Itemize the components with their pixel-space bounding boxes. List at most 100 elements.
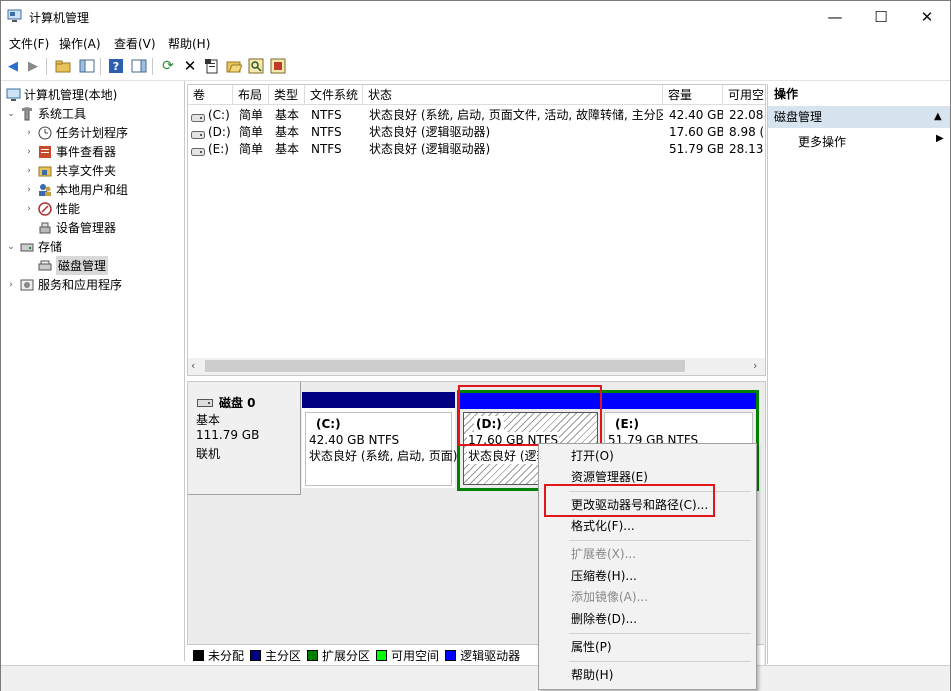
tree-item-local-users[interactable]: › 本地用户和组 (23, 180, 128, 199)
more-actions[interactable]: 更多操作 (798, 133, 846, 150)
back-icon[interactable]: ◀ (4, 57, 22, 75)
chevron-right-icon[interactable]: › (5, 279, 17, 291)
search-disk-icon[interactable] (247, 57, 265, 75)
scroll-left-icon[interactable]: ‹ (191, 359, 195, 372)
tree-label: 本地用户和组 (56, 183, 129, 197)
tools-icon (19, 106, 35, 122)
tree-item-disk-management[interactable]: 磁盘管理 (35, 256, 109, 275)
show-hide-console-tree-icon[interactable] (78, 57, 96, 75)
menu-view[interactable]: 查看(V) (114, 35, 156, 52)
forward-icon[interactable]: ▶ (24, 57, 42, 75)
chevron-right-icon[interactable]: › (23, 127, 35, 139)
performance-icon (37, 201, 53, 217)
menu-item-shrink[interactable]: 压缩卷(H)... (571, 566, 637, 587)
event-viewer-icon (37, 144, 53, 160)
maximize-button[interactable]: ☐ (858, 1, 904, 32)
tree-label: 任务计划程序 (56, 126, 129, 140)
legend-swatch (193, 649, 204, 661)
volume-cell[interactable]: (E:) (208, 140, 233, 157)
table-cell[interactable]: 基本 (275, 106, 305, 123)
table-cell[interactable]: 状态良好 (逻辑驱动器) (369, 123, 663, 140)
menu-item-help[interactable]: 帮助(H) (571, 665, 613, 686)
table-cell[interactable]: NTFS (311, 123, 363, 140)
table-cell[interactable]: 17.60 GB (669, 123, 723, 140)
legend-label: 可用空间 (391, 648, 440, 663)
column-header-volume[interactable]: 卷 (188, 85, 233, 105)
table-cell[interactable]: 状态良好 (系统, 启动, 页面文件, 活动, 故障转储, 主分区) (369, 106, 663, 123)
volume-cell[interactable]: (D:) (208, 123, 233, 140)
tree-item-root[interactable]: 计算机管理(本地) (3, 85, 117, 104)
legend-label: 逻辑驱动器 (460, 648, 521, 663)
status-bar (1, 665, 950, 691)
menu-bar: 文件(F) 操作(A) 查看(V) 帮助(H) (1, 32, 950, 54)
column-header-layout[interactable]: 布局 (233, 85, 269, 105)
collapse-up-icon[interactable]: ▲ (934, 106, 942, 128)
tree-item-task-scheduler[interactable]: › 任务计划程序 (23, 123, 128, 142)
column-header-capacity[interactable]: 容量 (663, 85, 723, 105)
tree-item-storage[interactable]: ⌄ 存储 (5, 237, 62, 256)
table-cell[interactable]: 8.98 ( (729, 123, 765, 140)
open-folder-icon[interactable] (225, 57, 243, 75)
tree-label: 计算机管理(本地) (24, 88, 118, 102)
help-icon[interactable]: ? (107, 57, 125, 75)
table-cell[interactable]: NTFS (311, 106, 363, 123)
tree-item-device-manager[interactable]: 设备管理器 (35, 218, 116, 237)
legend-swatch (307, 649, 319, 661)
legend-label: 主分区 (265, 648, 302, 663)
table-cell[interactable]: 简单 (239, 140, 269, 157)
menu-item-delete[interactable]: 删除卷(D)... (571, 609, 637, 630)
menu-action[interactable]: 操作(A) (59, 35, 101, 52)
disk-size: 111.79 GB (196, 428, 260, 442)
column-header-type[interactable]: 类型 (269, 85, 305, 105)
menu-item-open[interactable]: 打开(O) (571, 446, 614, 467)
table-cell[interactable]: NTFS (311, 140, 363, 157)
table-cell[interactable]: 简单 (239, 106, 269, 123)
chevron-down-icon[interactable]: ⌄ (5, 108, 17, 120)
submenu-arrow-icon[interactable]: ▶ (936, 133, 944, 144)
disk-info[interactable]: 磁盘 0 基本 111.79 GB 联机 (188, 382, 301, 495)
minimize-button[interactable]: — (812, 1, 858, 32)
table-cell[interactable]: 状态良好 (逻辑驱动器) (369, 140, 663, 157)
menu-file[interactable]: 文件(F) (9, 35, 49, 52)
show-hide-action-pane-icon[interactable] (130, 57, 148, 75)
chevron-right-icon[interactable]: › (23, 203, 35, 215)
chevron-right-icon[interactable]: › (23, 184, 35, 196)
menu-item-properties[interactable]: 属性(P) (571, 637, 612, 658)
column-header-status[interactable]: 状态 (363, 85, 663, 105)
table-cell[interactable]: 基本 (275, 123, 305, 140)
menu-help[interactable]: 帮助(H) (168, 35, 210, 52)
legend-extended: 扩展分区 (307, 647, 370, 664)
chevron-right-icon[interactable]: › (23, 165, 35, 177)
column-header-filesystem[interactable]: 文件系统 (305, 85, 363, 105)
table-cell[interactable]: 42.40 GB (669, 106, 723, 123)
tree-item-event-viewer[interactable]: › 事件查看器 (23, 142, 116, 161)
tree-item-system-tools[interactable]: ⌄ 系统工具 (5, 104, 86, 123)
table-cell[interactable]: 28.13 (729, 140, 765, 157)
scrollbar-thumb[interactable] (205, 360, 685, 372)
menu-item-format[interactable]: 格式化(F)... (571, 516, 635, 537)
properties-icon[interactable] (203, 57, 221, 75)
delete-icon[interactable]: ✕ (181, 57, 199, 75)
chevron-right-icon[interactable]: › (23, 146, 35, 158)
table-cell[interactable]: 基本 (275, 140, 305, 157)
up-folder-icon[interactable] (54, 57, 72, 75)
tree-item-performance[interactable]: › 性能 (23, 199, 80, 218)
table-cell[interactable]: 51.79 GB (669, 140, 723, 157)
volume-cell[interactable]: (C:) (208, 106, 233, 123)
disk-properties-icon[interactable] (269, 57, 287, 75)
column-header-free-space[interactable]: 可用空 (723, 85, 765, 105)
tree-label: 设备管理器 (56, 221, 117, 235)
close-button[interactable]: ✕ (904, 1, 950, 32)
table-cell[interactable]: 简单 (239, 123, 269, 140)
tree-item-shared-folders[interactable]: › 共享文件夹 (23, 161, 116, 180)
app-icon (7, 9, 22, 23)
partition-c[interactable]: (C:) 42.40 GB NTFS 状态良好 (系统, 启动, 页面) (302, 392, 457, 488)
table-cell[interactable]: 22.08 (729, 106, 765, 123)
actions-section-disk-management[interactable]: 磁盘管理 ▲ (768, 106, 950, 128)
horizontal-scrollbar[interactable]: ‹ › (188, 358, 765, 375)
chevron-down-icon[interactable]: ⌄ (5, 241, 17, 253)
tree-item-services-apps[interactable]: › 服务和应用程序 (5, 275, 122, 294)
legend-primary: 主分区 (250, 647, 301, 664)
refresh-icon[interactable]: ⟳ (159, 57, 177, 75)
scroll-right-icon[interactable]: › (753, 359, 757, 372)
